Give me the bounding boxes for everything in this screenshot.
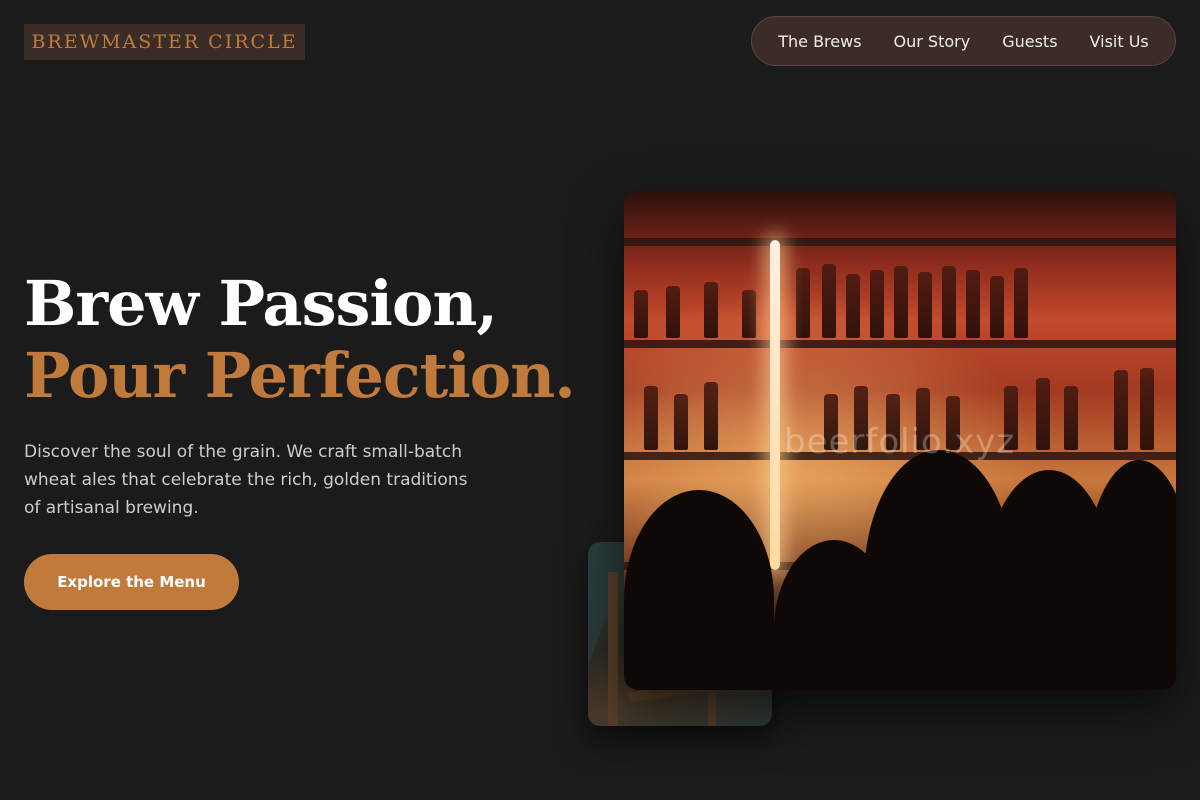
main-bar-photo: beerfolio.xyz (624, 190, 1176, 690)
main-nav: The Brews Our Story Guests Visit Us (751, 16, 1176, 66)
image-watermark: beerfolio.xyz (784, 422, 1016, 462)
nav-link-our-story[interactable]: Our Story (894, 32, 971, 51)
hero-title-line1: Brew Passion, (24, 267, 498, 340)
explore-menu-button[interactable]: Explore the Menu (24, 554, 239, 610)
nav-link-guests[interactable]: Guests (1002, 32, 1057, 51)
hero-title: Brew Passion, Pour Perfection. (24, 267, 576, 412)
site-logo[interactable]: BREWMASTER CIRCLE (24, 24, 305, 60)
nav-link-visit-us[interactable]: Visit Us (1090, 32, 1149, 51)
crowd-silhouettes (624, 430, 1176, 690)
nav-link-the-brews[interactable]: The Brews (778, 32, 861, 51)
logo-text: BREWMASTER CIRCLE (31, 31, 298, 53)
hero-description: Discover the soul of the grain. We craft… (24, 442, 468, 518)
hero-title-line2: Pour Perfection. (24, 339, 576, 412)
